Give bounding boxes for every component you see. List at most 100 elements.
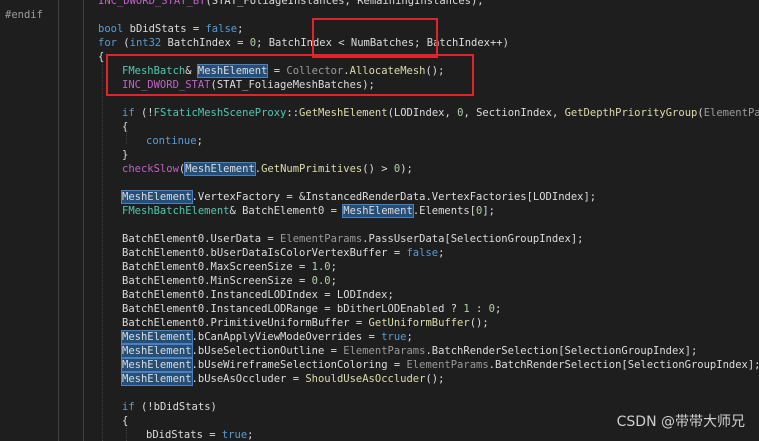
code-token: continue bbox=[146, 135, 197, 147]
code-token: :: bbox=[286, 107, 300, 119]
code-token: ; bbox=[237, 23, 244, 35]
code-token: ; bbox=[438, 247, 445, 259]
code-token: BatchElement0.PrimitiveUniformBuffer = bbox=[122, 317, 369, 329]
code-token: .bCanApplyViewModeOverrides = bbox=[191, 331, 382, 343]
code-token: 1.0 bbox=[311, 261, 331, 273]
code-token: (STAT_FoliageInstances, RemainingInstanc… bbox=[205, 0, 484, 7]
highlight-box-mesh-allocation bbox=[106, 54, 474, 96]
code-token: (); bbox=[469, 317, 489, 329]
highlighted-identifier: MeshElement bbox=[121, 358, 193, 372]
code-line[interactable]: for (int32 BatchIndex = 0; BatchIndex < … bbox=[98, 36, 509, 50]
code-token: false bbox=[205, 23, 238, 35]
highlight-box-loop-condition bbox=[312, 18, 438, 58]
code-line[interactable]: checkSlow(MeshElement.GetNumPrimitives()… bbox=[122, 162, 413, 176]
code-token: GetUniformBuffer bbox=[368, 317, 470, 329]
code-token: () > bbox=[362, 163, 394, 175]
code-token: ; bbox=[196, 135, 203, 147]
code-token: ElementParams bbox=[703, 107, 759, 119]
gutter-divider bbox=[58, 0, 59, 441]
code-line[interactable]: BatchElement0.PrimitiveUniformBuffer = G… bbox=[122, 316, 489, 330]
code-token: BatchElement0.UserData = bbox=[122, 233, 281, 245]
code-line[interactable]: bDidStats = true; bbox=[146, 428, 253, 441]
code-token: .bUseAsOccluder = bbox=[191, 373, 306, 385]
code-line[interactable]: if (!bDidStats) bbox=[122, 400, 217, 414]
watermark: CSDN @带带大师兄 bbox=[616, 414, 745, 430]
code-line[interactable]: INC_DWORD_STAT_BY(STAT_FoliageInstances,… bbox=[98, 0, 484, 8]
code-token: ShouldUseAsOccluder bbox=[305, 373, 426, 385]
code-token: ( bbox=[116, 37, 130, 49]
code-token: , SectionIndex, bbox=[463, 107, 565, 119]
code-token: .bUseSelectionOutline = bbox=[191, 345, 344, 357]
code-line[interactable]: BatchElement0.MinScreenSize = 0.0; bbox=[122, 274, 337, 288]
code-token: ; bbox=[495, 303, 502, 315]
code-line[interactable]: BatchElement0.InstancedLODRange = bDithe… bbox=[122, 302, 501, 316]
code-token: (LODIndex, bbox=[387, 107, 458, 119]
code-token: BatchElement0.InstancedLODIndex = LODInd… bbox=[122, 289, 394, 301]
code-line[interactable]: continue; bbox=[146, 134, 203, 148]
code-line[interactable]: FMeshBatchElement& BatchElement0 = MeshE… bbox=[122, 204, 495, 218]
code-token: .BatchRenderSelection[SelectionGroupInde… bbox=[488, 359, 759, 371]
code-token: ElementParams bbox=[343, 345, 426, 357]
code-token: (); bbox=[425, 373, 445, 385]
code-token: .PassUserData[SelectionGroupIndex]; bbox=[362, 233, 584, 245]
code-token: ; bbox=[330, 261, 337, 273]
code-token: & BatchElement0 = bbox=[229, 205, 344, 217]
code-line[interactable]: MeshElement.bCanApplyViewModeOverrides =… bbox=[121, 330, 413, 344]
highlighted-identifier: MeshElement bbox=[121, 330, 193, 344]
code-token: ElementParams bbox=[280, 233, 363, 245]
code-token: GetNumPrimitives bbox=[261, 163, 363, 175]
code-token: if bbox=[122, 107, 135, 119]
code-token: BatchIndex = bbox=[161, 37, 250, 49]
code-line[interactable]: MeshElement.bUseSelectionOutline = Eleme… bbox=[121, 344, 697, 358]
code-token: ElementParams bbox=[406, 359, 489, 371]
code-token: #endif bbox=[5, 9, 43, 21]
code-line[interactable]: #endif bbox=[5, 8, 43, 22]
indent-guide bbox=[102, 60, 103, 441]
code-token: .Elements[ bbox=[412, 205, 477, 217]
code-token: ]; bbox=[482, 205, 496, 217]
code-token: BatchElement0.MinScreenSize = bbox=[122, 275, 312, 287]
code-token: INC_DWORD_STAT_BY bbox=[98, 0, 206, 7]
code-line[interactable]: BatchElement0.InstancedLODIndex = LODInd… bbox=[122, 288, 394, 302]
indent-guide bbox=[126, 424, 127, 441]
code-token: .bUseWireframeSelectionColoring = bbox=[191, 359, 407, 371]
code-token: GetMeshElement bbox=[299, 107, 388, 119]
code-token: true bbox=[221, 429, 248, 441]
code-token: (!bDidStats) bbox=[134, 401, 217, 413]
outline-margin-divider bbox=[83, 0, 84, 441]
code-token: BatchElement0.InstancedLODRange = bDithe… bbox=[122, 303, 464, 315]
code-line[interactable]: MeshElement.VertexFactory = &InstancedRe… bbox=[121, 190, 597, 204]
code-line[interactable]: BatchElement0.bUserDataIsColorVertexBuff… bbox=[122, 246, 444, 260]
code-token: GetDepthPriorityGroup bbox=[564, 107, 698, 119]
code-editor[interactable]: INC_DWORD_STAT_BY(STAT_FoliageInstances,… bbox=[0, 0, 759, 441]
code-token: for bbox=[98, 37, 117, 49]
highlighted-identifier: MeshElement bbox=[121, 190, 193, 204]
code-token: checkSlow bbox=[122, 163, 179, 175]
code-token: FMeshBatchElement bbox=[122, 205, 230, 217]
code-token: if bbox=[122, 401, 135, 413]
code-line[interactable]: bool bDidStats = false; bbox=[98, 22, 243, 36]
code-token: int32 bbox=[129, 37, 162, 49]
code-token: : bbox=[469, 303, 489, 315]
code-token: bDidStats = bbox=[146, 429, 222, 441]
code-token: ); bbox=[400, 163, 413, 175]
code-line[interactable]: BatchElement0.UserData = ElementParams.P… bbox=[122, 232, 584, 246]
code-token: false bbox=[406, 247, 439, 259]
code-token: (! bbox=[134, 107, 154, 119]
code-token: bool bbox=[98, 23, 124, 35]
code-line[interactable]: if (!FStaticMeshSceneProxy::GetMeshEleme… bbox=[122, 106, 759, 120]
highlighted-identifier: MeshElement bbox=[342, 204, 414, 218]
code-token: .VertexFactory = &InstancedRenderData.Ve… bbox=[191, 191, 597, 203]
code-line[interactable]: BatchElement0.MaxScreenSize = 1.0; bbox=[122, 260, 337, 274]
code-token: bDidStats = bbox=[123, 23, 206, 35]
code-token: ; bbox=[330, 275, 337, 287]
indent-guide bbox=[126, 130, 127, 144]
code-token: } bbox=[122, 149, 129, 161]
code-token: ; bbox=[406, 331, 413, 343]
code-token: 0.0 bbox=[311, 275, 331, 287]
code-line[interactable]: MeshElement.bUseAsOccluder = ShouldUseAs… bbox=[121, 372, 445, 386]
code-token: FStaticMeshSceneProxy bbox=[153, 107, 287, 119]
code-token: BatchElement0.bUserDataIsColorVertexBuff… bbox=[122, 247, 407, 259]
code-line[interactable]: MeshElement.bUseWireframeSelectionColori… bbox=[121, 358, 759, 372]
code-line[interactable]: } bbox=[122, 148, 128, 162]
